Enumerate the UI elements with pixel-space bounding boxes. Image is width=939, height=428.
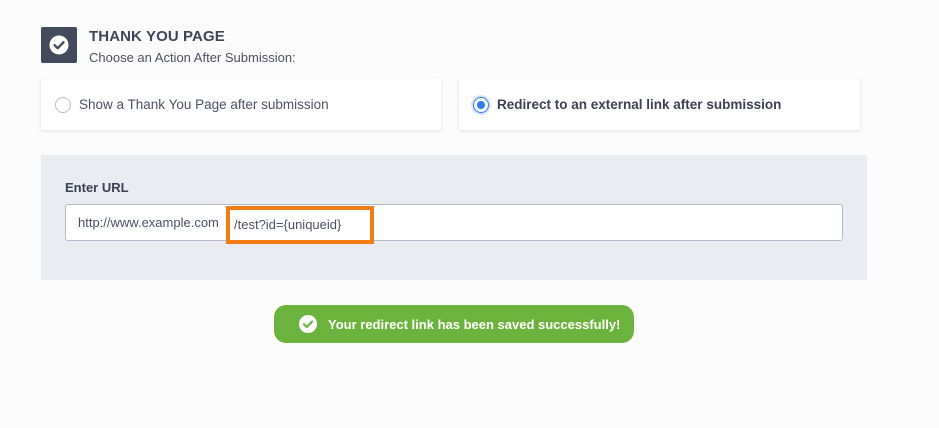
radio-redirect-external-link[interactable] bbox=[473, 96, 489, 113]
url-label: Enter URL bbox=[65, 180, 129, 195]
option-label: Redirect to an external link after submi… bbox=[497, 97, 782, 112]
success-toast: Your redirect link has been saved succes… bbox=[274, 305, 634, 343]
url-highlight-text: /test?id={uniqueid} bbox=[234, 217, 342, 232]
toast-message: Your redirect link has been saved succes… bbox=[328, 316, 621, 332]
checkmark-circle-icon bbox=[299, 315, 317, 333]
thank-you-page-settings: THANK YOU PAGE Choose an Action After Su… bbox=[0, 0, 939, 428]
option-redirect-external-link[interactable]: Redirect to an external link after submi… bbox=[459, 79, 860, 130]
page-subtitle: Choose an Action After Submission: bbox=[89, 50, 296, 65]
url-input-value: http://www.example.com bbox=[78, 215, 219, 230]
page-title: THANK YOU PAGE bbox=[89, 28, 225, 45]
checkmark-circle-icon bbox=[41, 27, 77, 63]
radio-show-thank-you-page[interactable] bbox=[55, 96, 71, 113]
option-show-thank-you-page[interactable]: Show a Thank You Page after submission bbox=[41, 79, 441, 130]
url-input[interactable]: http://www.example.com bbox=[65, 204, 843, 241]
url-panel: Enter URL http://www.example.com bbox=[41, 155, 867, 280]
option-label: Show a Thank You Page after submission bbox=[79, 97, 329, 112]
url-highlight-box: /test?id={uniqueid} bbox=[226, 206, 374, 244]
